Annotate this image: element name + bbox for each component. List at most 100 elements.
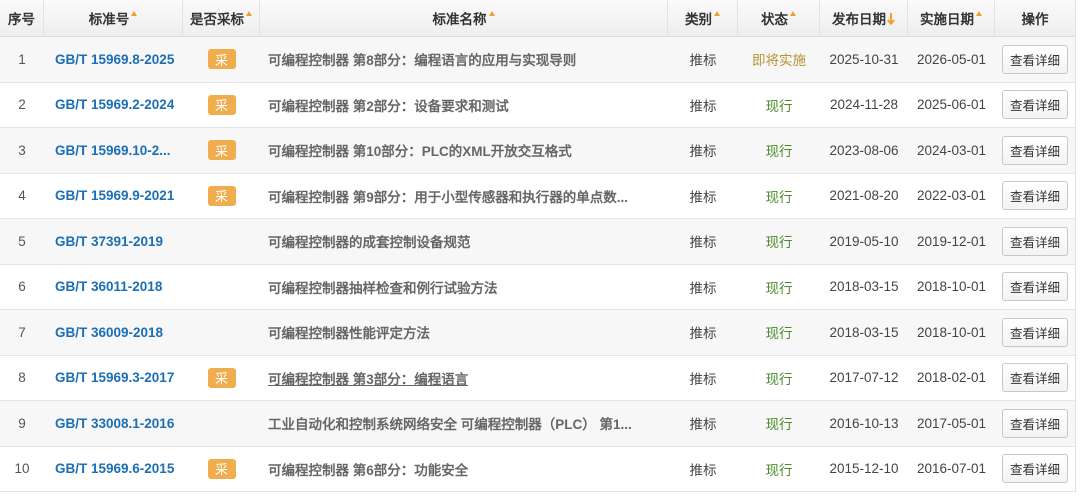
adopted-badge: 采 <box>207 140 236 161</box>
table-row: 9 GB/T 33008.1-2016 工业自动化和控制系统网络安全 可编程控制… <box>0 401 1075 447</box>
adopted-badge: 采 <box>207 367 236 388</box>
column-header-standard-name[interactable]: 标准名称 <box>260 0 668 36</box>
publish-date-cell: 2024-11-28 <box>829 97 899 113</box>
standard-code-link[interactable]: GB/T 15969.8-2025 <box>55 52 174 67</box>
standard-name-link[interactable]: 可编程控制器 第9部分：用于小型传感器和执行器的单点数... <box>268 186 628 206</box>
standard-name-link[interactable]: 可编程控制器抽样检查和例行试验方法 <box>268 277 498 297</box>
view-details-button[interactable]: 查看详细 <box>1002 44 1068 74</box>
view-details-button[interactable]: 查看详细 <box>1002 135 1068 165</box>
view-details-button[interactable]: 查看详细 <box>1002 408 1068 438</box>
row-number: 8 <box>18 370 26 386</box>
name-cell: 可编程控制器 第6部分：功能安全 <box>260 447 668 492</box>
publish-date-cell: 2016-10-13 <box>829 415 899 431</box>
view-details-button[interactable]: 查看详细 <box>1002 363 1068 393</box>
row-number: 9 <box>18 415 26 431</box>
status-cell: 现行 <box>765 462 793 478</box>
standard-name-link[interactable]: 可编程控制器 第10部分：PLC的XML开放交互格式 <box>268 140 572 160</box>
adopted-cell: 采 <box>183 356 260 401</box>
view-details-button[interactable]: 查看详细 <box>1002 317 1068 347</box>
status-cell: 现行 <box>765 144 793 160</box>
code-cell: GB/T 36009-2018 <box>44 310 183 355</box>
effective-date-cell: 2016-07-01 <box>916 461 987 477</box>
view-details-button[interactable]: 查看详细 <box>1002 454 1068 484</box>
standard-name-link[interactable]: 可编程控制器 第8部分：编程语言的应用与实现导则 <box>268 49 576 69</box>
standard-code-link[interactable]: GB/T 33008.1-2016 <box>55 416 174 431</box>
standard-code-link[interactable]: GB/T 15969.10-2... <box>55 143 171 158</box>
table-row: 5 GB/T 37391-2019 可编程控制器的成套控制设备规范 推标 现行 … <box>0 219 1075 265</box>
table-row: 3 GB/T 15969.10-2... 采 可编程控制器 第10部分：PLC的… <box>0 128 1075 174</box>
effective-date-cell: 2022-03-01 <box>916 188 987 204</box>
sort-up-icon <box>488 10 495 16</box>
status-cell: 即将实施 <box>752 53 806 69</box>
sort-up-icon <box>246 10 252 16</box>
adopted-cell <box>183 401 260 446</box>
standards-table: 序号 标准号 是否采标 标准名称 类别 状态 发布日期 实施日期 操作 1 GB… <box>0 0 1076 492</box>
standard-code-link[interactable]: GB/T 36011-2018 <box>55 279 162 294</box>
column-header-effective-date[interactable]: 实施日期 <box>908 0 995 36</box>
column-header-category[interactable]: 类别 <box>668 0 738 36</box>
view-details-button[interactable]: 查看详细 <box>1002 272 1068 302</box>
standard-code-link[interactable]: GB/T 37391-2019 <box>55 234 163 249</box>
category-cell: 推标 <box>689 53 717 69</box>
table-row: 8 GB/T 15969.3-2017 采 可编程控制器 第3部分：编程语言 推… <box>0 355 1075 401</box>
column-header-standard-code[interactable]: 标准号 <box>44 0 183 36</box>
publish-date-cell: 2017-07-12 <box>829 370 899 386</box>
adopted-cell: 采 <box>183 128 260 173</box>
row-number: 7 <box>18 324 26 340</box>
effective-date-cell: 2018-02-01 <box>916 370 987 386</box>
effective-date-cell: 2025-06-01 <box>916 97 987 113</box>
action-cell: 查看详细 <box>995 447 1075 492</box>
category-cell: 推标 <box>689 98 717 114</box>
standard-code-link[interactable]: GB/T 15969.9-2021 <box>55 188 174 203</box>
standard-name-link[interactable]: 可编程控制器性能评定方法 <box>268 322 430 342</box>
adopted-cell: 采 <box>183 37 260 82</box>
standard-code-link[interactable]: GB/T 36009-2018 <box>55 325 163 340</box>
standard-code-link[interactable]: GB/T 15969.2-2024 <box>55 97 174 112</box>
category-cell: 推标 <box>689 417 717 433</box>
name-cell: 可编程控制器性能评定方法 <box>260 310 668 355</box>
standard-name-link[interactable]: 可编程控制器的成套控制设备规范 <box>268 231 471 251</box>
standard-name-link[interactable]: 可编程控制器 第6部分：功能安全 <box>268 459 468 479</box>
standard-code-link[interactable]: GB/T 15969.6-2015 <box>55 461 174 476</box>
sort-up-icon <box>976 10 982 16</box>
view-details-button[interactable]: 查看详细 <box>1002 226 1068 256</box>
row-number: 6 <box>18 279 26 295</box>
column-header-status[interactable]: 状态 <box>738 0 820 36</box>
table-row: 4 GB/T 15969.9-2021 采 可编程控制器 第9部分：用于小型传感… <box>0 173 1075 219</box>
standard-name-link[interactable]: 可编程控制器 第3部分：编程语言 <box>268 368 468 388</box>
effective-date-cell: 2018-10-01 <box>916 324 987 340</box>
column-header-publish-date[interactable]: 发布日期 <box>820 0 908 36</box>
column-header-action: 操作 <box>995 0 1075 36</box>
code-cell: GB/T 15969.8-2025 <box>44 37 183 82</box>
view-details-button[interactable]: 查看详细 <box>1002 90 1068 120</box>
status-cell: 现行 <box>765 189 793 205</box>
column-header-label: 标准号 <box>88 12 130 27</box>
column-header-number: 序号 <box>0 0 44 36</box>
code-cell: GB/T 15969.6-2015 <box>44 447 183 492</box>
code-cell: GB/T 15969.2-2024 <box>44 83 183 128</box>
status-cell: 现行 <box>765 326 793 342</box>
row-number: 5 <box>18 233 26 249</box>
publish-date-cell: 2015-12-10 <box>829 461 899 477</box>
action-cell: 查看详细 <box>995 174 1075 219</box>
standard-name-link[interactable]: 可编程控制器 第2部分：设备要求和测试 <box>268 95 509 115</box>
column-header-label: 状态 <box>761 12 788 27</box>
category-cell: 推标 <box>689 144 717 160</box>
category-cell: 推标 <box>689 189 717 205</box>
standard-code-link[interactable]: GB/T 15969.3-2017 <box>55 370 174 385</box>
action-cell: 查看详细 <box>995 83 1075 128</box>
code-cell: GB/T 15969.10-2... <box>44 128 183 173</box>
name-cell: 可编程控制器 第8部分：编程语言的应用与实现导则 <box>260 37 668 82</box>
sort-down-arrow-icon <box>887 12 895 25</box>
effective-date-cell: 2024-03-01 <box>916 142 987 158</box>
column-header-label: 类别 <box>685 12 712 27</box>
adopted-badge: 采 <box>207 185 236 206</box>
category-cell: 推标 <box>689 371 717 387</box>
standard-name-link[interactable]: 工业自动化和控制系统网络安全 可编程控制器（PLC） 第1... <box>268 413 632 433</box>
column-header-adopted[interactable]: 是否采标 <box>183 0 260 36</box>
row-number: 1 <box>18 51 26 67</box>
name-cell: 可编程控制器抽样检查和例行试验方法 <box>260 265 668 310</box>
status-cell: 现行 <box>765 280 793 296</box>
status-cell: 现行 <box>765 235 793 251</box>
view-details-button[interactable]: 查看详细 <box>1002 181 1068 211</box>
